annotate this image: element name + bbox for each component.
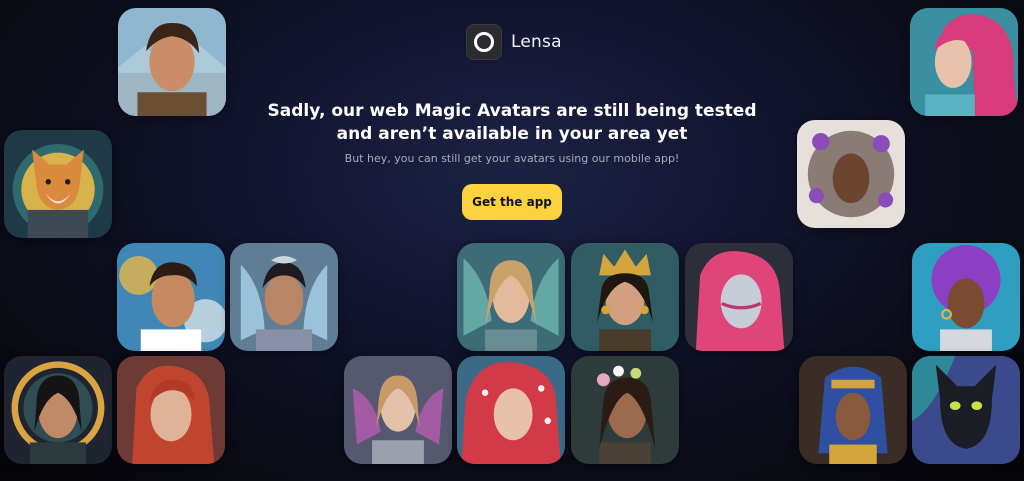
brand-header[interactable]: Lensa — [466, 24, 562, 60]
lensa-ring-logo-icon — [474, 32, 494, 52]
avatar-purple-afro-image — [912, 243, 1020, 351]
avatar-tile — [910, 8, 1018, 116]
avatar-tile — [117, 356, 225, 464]
avatar-tile — [685, 243, 793, 351]
avatar-tile — [4, 130, 112, 238]
avatar-shiba-image — [4, 130, 112, 238]
avatar-red-mermaid-image — [457, 356, 565, 464]
avatar-flower-helmet-image — [797, 120, 905, 228]
avatar-fairy-blue-wings-image — [230, 243, 338, 351]
avatar-pink-silver-face-image — [685, 243, 793, 351]
lensa-logo — [466, 24, 502, 60]
avatar-tile — [457, 243, 565, 351]
avatar-tile — [344, 356, 452, 464]
avatar-tile — [4, 356, 112, 464]
avatar-tile — [230, 243, 338, 351]
unavailable-headline: Sadly, our web Magic Avatars are still b… — [267, 101, 757, 144]
avatar-flower-crown-image — [571, 356, 679, 464]
avatar-red-haired-woman-image — [117, 356, 225, 464]
avatar-golden-halo-image — [4, 356, 112, 464]
brand-name: Lensa — [511, 32, 562, 52]
avatar-blonde-teal-wings-image — [457, 243, 565, 351]
avatar-tile — [117, 243, 225, 351]
avatar-tile — [571, 243, 679, 351]
avatar-young-man-image — [117, 243, 225, 351]
avatar-tile — [118, 8, 226, 116]
mobile-app-subline: But hey, you can still get your avatars … — [344, 152, 680, 165]
avatar-tile — [799, 356, 907, 464]
avatar-queen-crown-image — [571, 243, 679, 351]
avatar-fairy-purple-wings-image — [344, 356, 452, 464]
avatar-pink-mermaid-image — [910, 8, 1018, 116]
avatar-tile — [571, 356, 679, 464]
avatar-tile — [797, 120, 905, 228]
avatar-black-cat-image — [912, 356, 1020, 464]
avatar-tile — [912, 243, 1020, 351]
avatar-pharaoh-image — [799, 356, 907, 464]
avatar-tile — [912, 356, 1020, 464]
avatar-brown-haired-man-image — [118, 8, 226, 116]
get-the-app-button[interactable]: Get the app — [462, 184, 562, 220]
avatar-tile — [457, 356, 565, 464]
